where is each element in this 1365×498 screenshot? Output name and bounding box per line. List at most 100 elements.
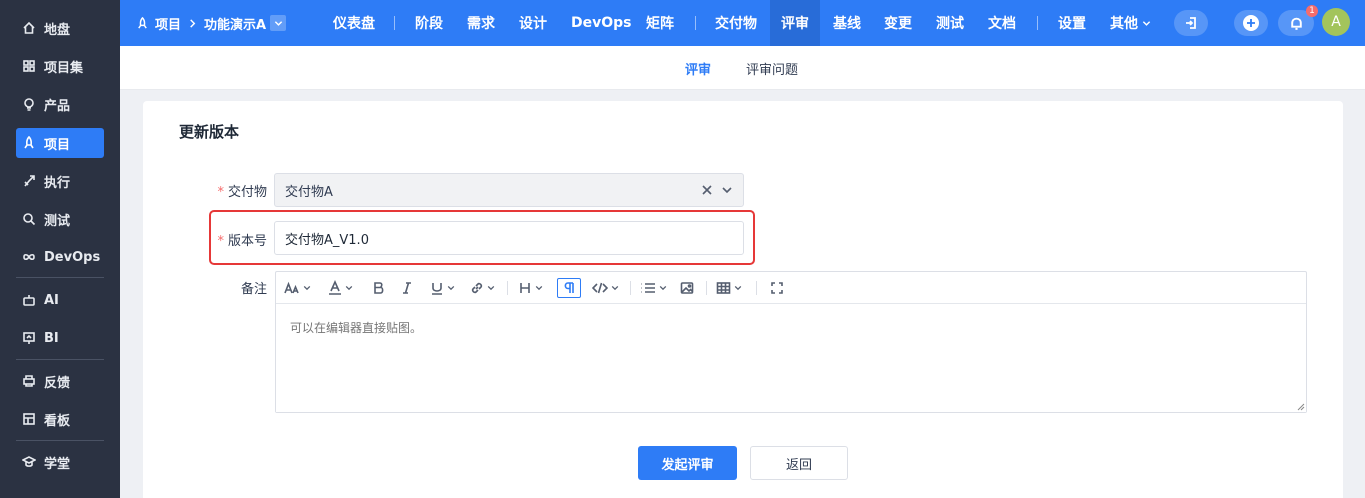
sidebar-item-test[interactable]: 测试: [16, 204, 104, 234]
nav-devops[interactable]: DevOps: [571, 0, 632, 46]
nav-test[interactable]: 测试: [936, 0, 964, 46]
nav-divider: [394, 16, 395, 30]
kanban-icon: [22, 412, 36, 426]
paragraph-button[interactable]: [557, 278, 581, 298]
fullscreen-button[interactable]: [770, 278, 784, 298]
sidebar-item-label: 地盘: [44, 22, 71, 38]
sidebar-item-program[interactable]: 项目集: [16, 51, 104, 81]
sidebar-divider: [16, 277, 104, 278]
exit-button[interactable]: [1174, 10, 1208, 36]
nav-more[interactable]: 其他: [1110, 0, 1151, 46]
image-button[interactable]: [680, 278, 694, 298]
submit-review-button[interactable]: 发起评审: [638, 446, 737, 480]
chart-board-icon: [22, 331, 36, 345]
breadcrumb: 项目 功能演示A: [136, 0, 287, 46]
nav-change[interactable]: 变更: [884, 0, 912, 46]
plus-circle-icon: [1243, 15, 1259, 31]
sidebar-item-label: 执行: [44, 175, 71, 191]
heading-button[interactable]: [518, 278, 543, 298]
deliverable-label-text: 交付物: [227, 185, 267, 200]
nav-dashboard[interactable]: 仪表盘: [333, 0, 375, 46]
nav-requirement[interactable]: 需求: [467, 0, 495, 46]
create-button[interactable]: [1234, 10, 1268, 36]
bold-button[interactable]: [372, 278, 386, 298]
sidebar-item-product[interactable]: 产品: [16, 89, 104, 119]
sidebar-item-school[interactable]: 学堂: [16, 447, 104, 477]
chevron-down-icon[interactable]: [719, 182, 735, 198]
sidebar-item-devops[interactable]: DevOps: [16, 242, 104, 272]
bell-icon: [1290, 17, 1302, 30]
clear-icon[interactable]: [699, 182, 715, 198]
tab-review[interactable]: 评审: [685, 46, 711, 90]
sidebar-item-label: 测试: [44, 213, 71, 229]
breadcrumb-root[interactable]: 项目: [155, 14, 181, 33]
sidebar: 地盘 项目集 产品 项目 执行 测试 DevOps AI BI 反馈 看板 学堂: [0, 0, 120, 498]
sidebar-item-feedback[interactable]: 反馈: [16, 366, 104, 396]
chevron-down-icon: [659, 285, 667, 291]
required-mark: *: [217, 234, 224, 249]
version-input[interactable]: [274, 221, 744, 255]
resize-grip-icon[interactable]: [1296, 402, 1305, 411]
table-button[interactable]: [716, 278, 742, 298]
back-button[interactable]: 返回: [750, 446, 848, 480]
sidebar-item-label: 反馈: [44, 375, 71, 391]
nav-matrix[interactable]: 矩阵: [646, 0, 674, 46]
italic-button[interactable]: [400, 278, 414, 298]
paragraph-icon: [564, 282, 574, 293]
list-icon: [641, 283, 655, 293]
printer-icon: [22, 374, 36, 388]
sidebar-item-ai[interactable]: AI: [16, 285, 104, 315]
sidebar-divider: [16, 440, 104, 441]
rocket-icon: [136, 16, 149, 30]
font-size-button[interactable]: [284, 278, 311, 298]
tab-review-issues[interactable]: 评审问题: [746, 46, 798, 90]
sidebar-item-bi[interactable]: BI: [16, 323, 104, 353]
avatar[interactable]: A: [1322, 8, 1350, 36]
sidebar-item-dashboard[interactable]: 地盘: [16, 13, 104, 43]
sidebar-item-label: 学堂: [44, 456, 71, 472]
deliverable-select[interactable]: 交付物A: [274, 173, 744, 207]
link-button[interactable]: [470, 278, 495, 298]
chevron-down-icon: [611, 285, 619, 291]
grid-icon: [22, 59, 36, 73]
run-icon: [22, 174, 36, 188]
breadcrumb-project[interactable]: 功能演示A: [204, 14, 266, 33]
chevron-down-icon: [274, 20, 282, 26]
nav-review[interactable]: 评审: [770, 0, 820, 46]
project-switcher-button[interactable]: [270, 15, 287, 31]
italic-icon: [403, 282, 411, 294]
font-color-button[interactable]: [328, 278, 353, 298]
sidebar-item-execution[interactable]: 执行: [16, 166, 104, 196]
sidebar-item-label: AI: [44, 292, 59, 308]
remark-label: 备注: [240, 282, 267, 297]
nav-more-label: 其他: [1110, 16, 1138, 32]
chevron-down-icon: [535, 285, 543, 291]
nav-baseline[interactable]: 基线: [833, 0, 861, 46]
sidebar-item-label: 产品: [44, 98, 71, 114]
code-button[interactable]: [592, 278, 619, 298]
chevron-down-icon: [487, 285, 495, 291]
nav-deliverable[interactable]: 交付物: [715, 0, 757, 46]
toolbar-divider: [630, 281, 631, 295]
sidebar-item-kanban[interactable]: 看板: [16, 404, 104, 434]
list-button[interactable]: [640, 278, 667, 298]
sidebar-item-project[interactable]: 项目: [16, 128, 104, 158]
version-label: * 版本号: [203, 230, 267, 249]
nav-settings[interactable]: 设置: [1058, 0, 1086, 46]
infinity-icon: [22, 250, 36, 264]
top-navbar: 项目 功能演示A 仪表盘 阶段 需求 设计 DevOps 矩阵 交付物 评审 基…: [120, 0, 1365, 46]
nav-divider: [1037, 16, 1038, 30]
page-title: 更新版本: [179, 123, 240, 141]
sidebar-item-label: 项目集: [44, 60, 84, 76]
sidebar-item-label: 项目: [44, 137, 71, 153]
deliverable-select-value: 交付物A: [285, 184, 333, 200]
toolbar-divider: [507, 281, 508, 295]
nav-doc[interactable]: 文档: [988, 0, 1016, 46]
remark-editor-area[interactable]: [276, 305, 1306, 412]
rich-text-editor: [275, 271, 1307, 413]
heading-icon: [520, 283, 530, 293]
nav-stage[interactable]: 阶段: [415, 0, 443, 46]
nav-design[interactable]: 设计: [519, 0, 547, 46]
underline-button[interactable]: [430, 278, 455, 298]
font-size-icon: [284, 281, 299, 294]
